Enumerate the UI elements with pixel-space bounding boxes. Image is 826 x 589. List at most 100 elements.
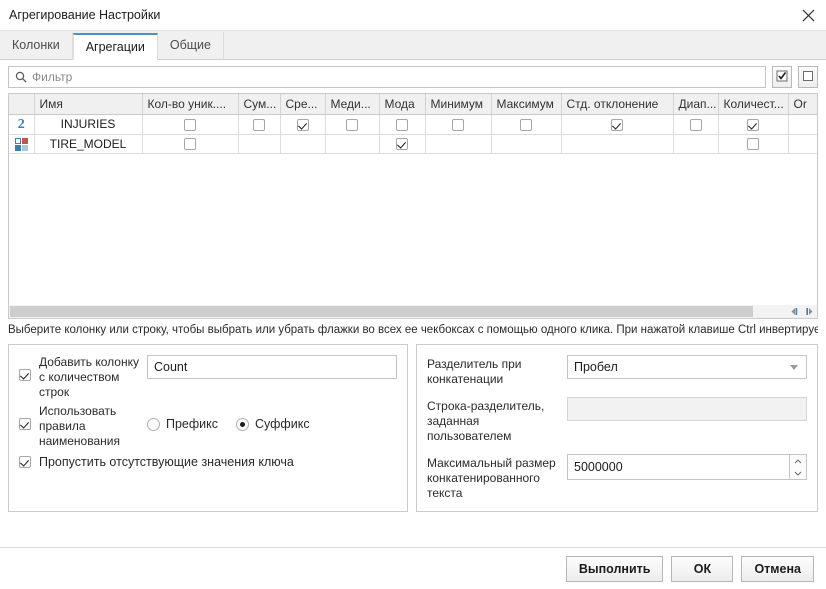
max-size-label: Максимальный размер конкатенированного т… — [427, 454, 567, 501]
add-count-column-label: Добавить колонку с количеством строк — [39, 355, 147, 400]
delimiter-value: Пробел — [574, 360, 618, 374]
cell-unique-count[interactable] — [142, 114, 238, 134]
checkbox[interactable] — [747, 119, 759, 131]
tab-general[interactable]: Общие — [158, 32, 224, 59]
cell-unique-count[interactable] — [142, 134, 238, 153]
search-icon — [15, 71, 27, 83]
spinner-down-icon[interactable] — [790, 467, 806, 479]
max-size-input[interactable] — [567, 454, 789, 480]
custom-delimiter-label: Строка-разделитель, заданная пользовател… — [427, 397, 567, 444]
dialog-footer: Выполнить ОК Отмена — [0, 547, 826, 589]
checkbox[interactable] — [346, 119, 358, 131]
checkbox[interactable] — [690, 119, 702, 131]
cell-sum — [238, 134, 280, 153]
skip-missing-checkbox[interactable] — [19, 456, 31, 468]
integer-type-icon: 2 — [18, 117, 25, 132]
column-header-range[interactable]: Диап... — [673, 94, 718, 114]
add-count-column-checkbox[interactable] — [19, 369, 31, 381]
horizontal-scrollbar[interactable] — [8, 305, 818, 319]
column-header-std-deviation[interactable]: Стд. отклонение — [561, 94, 673, 114]
cell-std-deviation[interactable] — [561, 114, 673, 134]
clear-all-checkboxes-button[interactable] — [798, 66, 818, 88]
cell-count[interactable] — [718, 134, 788, 153]
apply-button[interactable]: Выполнить — [566, 556, 664, 582]
max-size-stepper[interactable] — [567, 454, 807, 480]
window-title: Агрегирование Настройки — [0, 8, 160, 22]
row-type-cell[interactable] — [9, 134, 34, 153]
cell-range[interactable] — [673, 114, 718, 134]
cell-mean — [280, 134, 325, 153]
cell-minimum[interactable] — [425, 114, 491, 134]
tab-aggregations[interactable]: Агрегации — [73, 33, 158, 60]
tab-filler — [224, 32, 826, 59]
naming-rules-checkbox[interactable] — [19, 418, 31, 430]
column-header-count[interactable]: Количест... — [718, 94, 788, 114]
column-header-minimum[interactable]: Минимум — [425, 94, 491, 114]
row-name-cell[interactable]: INJURIES — [34, 114, 142, 134]
cancel-button[interactable]: Отмена — [741, 556, 814, 582]
checkbox[interactable] — [747, 138, 759, 150]
stepper-buttons — [789, 454, 807, 480]
count-column-name-input[interactable] — [147, 355, 397, 379]
cell-mode[interactable] — [379, 114, 425, 134]
scrollbar-thumb[interactable] — [10, 306, 753, 317]
hint-text: Выберите колонку или строку, чтобы выбра… — [8, 324, 818, 336]
cell-minimum — [425, 134, 491, 153]
tab-columns[interactable]: Колонки — [0, 32, 73, 59]
ok-button[interactable]: ОК — [671, 556, 733, 582]
suffix-radio[interactable] — [236, 418, 249, 431]
aggregation-table[interactable]: Имя Кол-во уник.... Сум... Сре... Меди..… — [8, 93, 818, 305]
checkbox[interactable] — [396, 119, 408, 131]
column-header-sum[interactable]: Сум... — [238, 94, 280, 114]
checkbox[interactable] — [253, 119, 265, 131]
checkbox[interactable] — [297, 119, 309, 131]
delimiter-select[interactable]: Пробел — [567, 355, 807, 379]
cell-maximum[interactable] — [491, 114, 561, 134]
scroll-right-icon[interactable] — [805, 305, 814, 319]
scroll-left-icon[interactable] — [790, 305, 799, 319]
suffix-label: Суффикс — [255, 417, 310, 431]
scroll-arrow-group — [790, 305, 814, 319]
cell-mode[interactable] — [379, 134, 425, 153]
chevron-down-icon — [790, 365, 798, 370]
left-settings-panel: Добавить колонку с количеством строк Исп… — [8, 344, 408, 512]
spinner-up-icon[interactable] — [790, 455, 806, 467]
cell-or[interactable] — [788, 114, 818, 134]
checkbox[interactable] — [184, 119, 196, 131]
column-header-maximum[interactable]: Максимум — [491, 94, 561, 114]
column-header-mode[interactable]: Мода — [379, 94, 425, 114]
column-header-mean[interactable]: Сре... — [280, 94, 325, 114]
checkbox[interactable] — [452, 119, 464, 131]
column-header-median[interactable]: Меди... — [325, 94, 379, 114]
column-header-or[interactable]: Or — [788, 94, 818, 114]
count-column-name-field-wrap — [147, 355, 397, 379]
cell-median[interactable] — [325, 114, 379, 134]
checkbox[interactable] — [184, 138, 196, 150]
checkbox[interactable] — [611, 119, 623, 131]
table-row[interactable]: 2 INJURIES — [9, 114, 818, 134]
row-name-cell[interactable]: TIRE_MODEL — [34, 134, 142, 153]
checkbox[interactable] — [520, 119, 532, 131]
filter-row — [0, 60, 826, 93]
cell-or — [788, 134, 818, 153]
row-type-cell[interactable]: 2 — [9, 114, 34, 134]
cell-mean[interactable] — [280, 114, 325, 134]
column-header-type[interactable] — [9, 94, 34, 114]
prefix-label: Префикс — [166, 417, 218, 431]
cell-count[interactable] — [718, 114, 788, 134]
column-header-name[interactable]: Имя — [34, 94, 142, 114]
prefix-radio[interactable] — [147, 418, 160, 431]
close-button[interactable] — [790, 0, 826, 30]
filter-box[interactable] — [8, 66, 766, 88]
search-input[interactable] — [32, 70, 759, 84]
table-row[interactable]: TIRE_MODEL — [9, 134, 818, 153]
string-type-icon — [15, 138, 28, 151]
column-header-unique-count[interactable]: Кол-во уник.... — [142, 94, 238, 114]
cell-maximum — [491, 134, 561, 153]
close-icon — [802, 9, 815, 22]
select-all-checkboxes-button[interactable] — [772, 66, 792, 88]
settings-panels: Добавить колонку с количеством строк Исп… — [8, 344, 818, 512]
delimiter-row: Разделитель при конкатенации Пробел — [427, 355, 807, 387]
cell-sum[interactable] — [238, 114, 280, 134]
checkbox[interactable] — [396, 138, 408, 150]
